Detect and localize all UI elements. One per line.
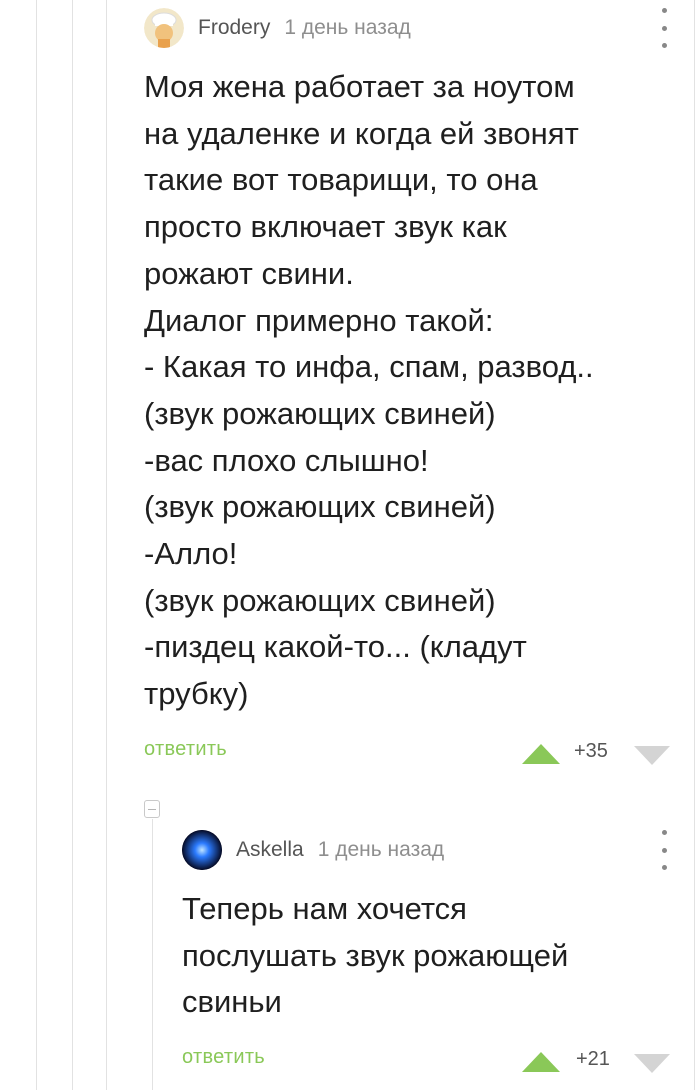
comment-header: Askella 1 день назад (182, 822, 674, 878)
thread-guide-line (152, 819, 153, 1090)
upvote-icon[interactable] (522, 744, 560, 764)
chef-avatar-icon[interactable] (144, 8, 184, 48)
thread-guide-line (72, 0, 73, 1090)
thread-guide-line (36, 0, 37, 1090)
thread-guide-line (106, 0, 107, 1090)
reply-button[interactable]: ответить (182, 1046, 265, 1069)
comment-actions: ответить +35 (144, 738, 674, 772)
upvote-icon[interactable] (522, 1052, 560, 1072)
comment-header: Frodery 1 день назад (144, 0, 674, 56)
more-options-icon[interactable] (654, 8, 674, 48)
more-options-icon[interactable] (654, 830, 674, 870)
comment-score: +21 (576, 1048, 610, 1070)
comment-text: Теперь нам хочется послушать звук рожающ… (182, 891, 569, 1020)
comment-text: Моя жена работает за ноутом на удаленке … (144, 69, 594, 712)
comment-timestamp: 1 день назад (284, 16, 411, 39)
comment: Frodery 1 день назад Моя жена работает з… (144, 0, 674, 765)
blue-orb-avatar-icon[interactable] (182, 830, 222, 870)
downvote-icon[interactable] (634, 1054, 670, 1073)
comment-score: +35 (574, 740, 608, 762)
downvote-icon[interactable] (634, 746, 670, 765)
comment-timestamp: 1 день назад (317, 838, 445, 861)
reply-comment: Askella 1 день назад Теперь нам хочется … (182, 822, 674, 1073)
reply-button[interactable]: ответить (144, 738, 227, 761)
collapse-thread-button[interactable] (144, 800, 160, 818)
comment-author[interactable]: Frodery (198, 16, 270, 40)
comment-author[interactable]: Askella (236, 838, 304, 862)
comment-actions: ответить +21 (182, 1046, 674, 1080)
page-edge-line (694, 0, 695, 1090)
